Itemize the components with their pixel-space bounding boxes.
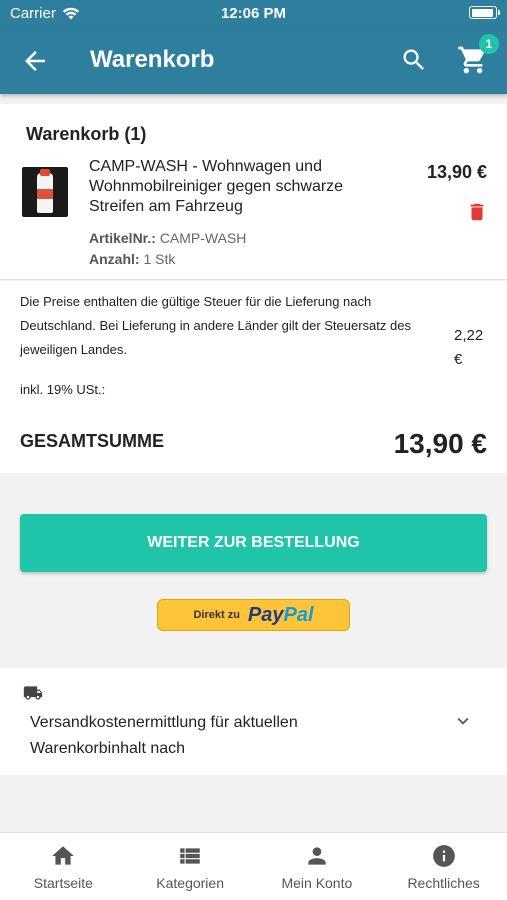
tab-kategorien[interactable]: Kategorien (127, 833, 254, 900)
cart-count-badge: 1 (479, 34, 499, 54)
paypal-button[interactable]: Direkt zu PayPal (157, 599, 350, 631)
total-label: GESAMTSUMME (20, 431, 164, 451)
back-arrow-icon[interactable] (20, 46, 50, 76)
tax-info-text: Die Preise enthalten die gültige Steuer … (20, 294, 411, 357)
page-title: Warenkorb (90, 46, 215, 73)
tax-included-label: inkl. 19% USt.: (20, 382, 106, 397)
qty-label: Anzahl: (89, 251, 140, 267)
product-quantity: Anzahl: 1 Stk (89, 251, 175, 267)
tab-mein-konto[interactable]: Mein Konto (254, 833, 381, 900)
info-icon (432, 845, 455, 867)
product-name[interactable]: CAMP-WASH - Wohnwagen und Wohnmobilreini… (89, 157, 389, 217)
product-sku: ArtikelNr.: CAMP-WASH (89, 230, 246, 246)
status-time: 12:06 PM (220, 5, 287, 22)
tab-label: Rechtliches (407, 875, 480, 891)
chevron-down-icon[interactable] (452, 710, 474, 732)
list-icon (180, 848, 200, 864)
person-icon (308, 847, 326, 865)
sku-label: ArtikelNr.: (89, 230, 156, 246)
total-value: 13,90 € (393, 428, 487, 459)
status-bar: Carrier 12:06 PM (0, 0, 507, 26)
tax-value: 2,22 € (454, 327, 484, 368)
shipping-cost-text: Versandkostenermittlung für aktuellen Wa… (30, 714, 298, 757)
truck-icon (23, 686, 43, 700)
app-bar: Warenkorb 1 (0, 26, 507, 94)
sku-value: CAMP-WASH (159, 230, 247, 246)
cart-heading: Warenkorb (1) (26, 124, 147, 144)
tab-rechtliches[interactable]: Rechtliches (380, 833, 507, 900)
tab-startseite[interactable]: Startseite (0, 833, 127, 900)
qty-value: 1 Stk (143, 251, 176, 267)
paypal-logo: PayPal (247, 603, 314, 626)
shipping-section[interactable]: Versandkostenermittlung für aktuellen Wa… (0, 668, 507, 775)
paypal-prefix: Direkt zu (193, 609, 240, 621)
home-icon (52, 846, 75, 865)
tab-label: Kategorien (156, 875, 224, 891)
tab-label: Mein Konto (281, 875, 353, 891)
totals-section: Die Preise enthalten die gültige Steuer … (0, 281, 507, 473)
product-price: 13,90 € (426, 162, 487, 182)
product-image[interactable] (22, 167, 68, 217)
bottom-tab-bar: Startseite Kategorien Mein Konto Rechtli… (0, 832, 507, 900)
checkout-button[interactable]: WEITER ZUR BESTELLUNG (20, 514, 487, 572)
delete-icon[interactable] (466, 200, 488, 224)
battery-icon (469, 6, 500, 19)
tab-label: Startseite (33, 875, 93, 891)
search-icon[interactable] (400, 46, 428, 74)
cart-section: Warenkorb (1) CAMP-WASH - Wohnwagen und … (0, 104, 507, 280)
